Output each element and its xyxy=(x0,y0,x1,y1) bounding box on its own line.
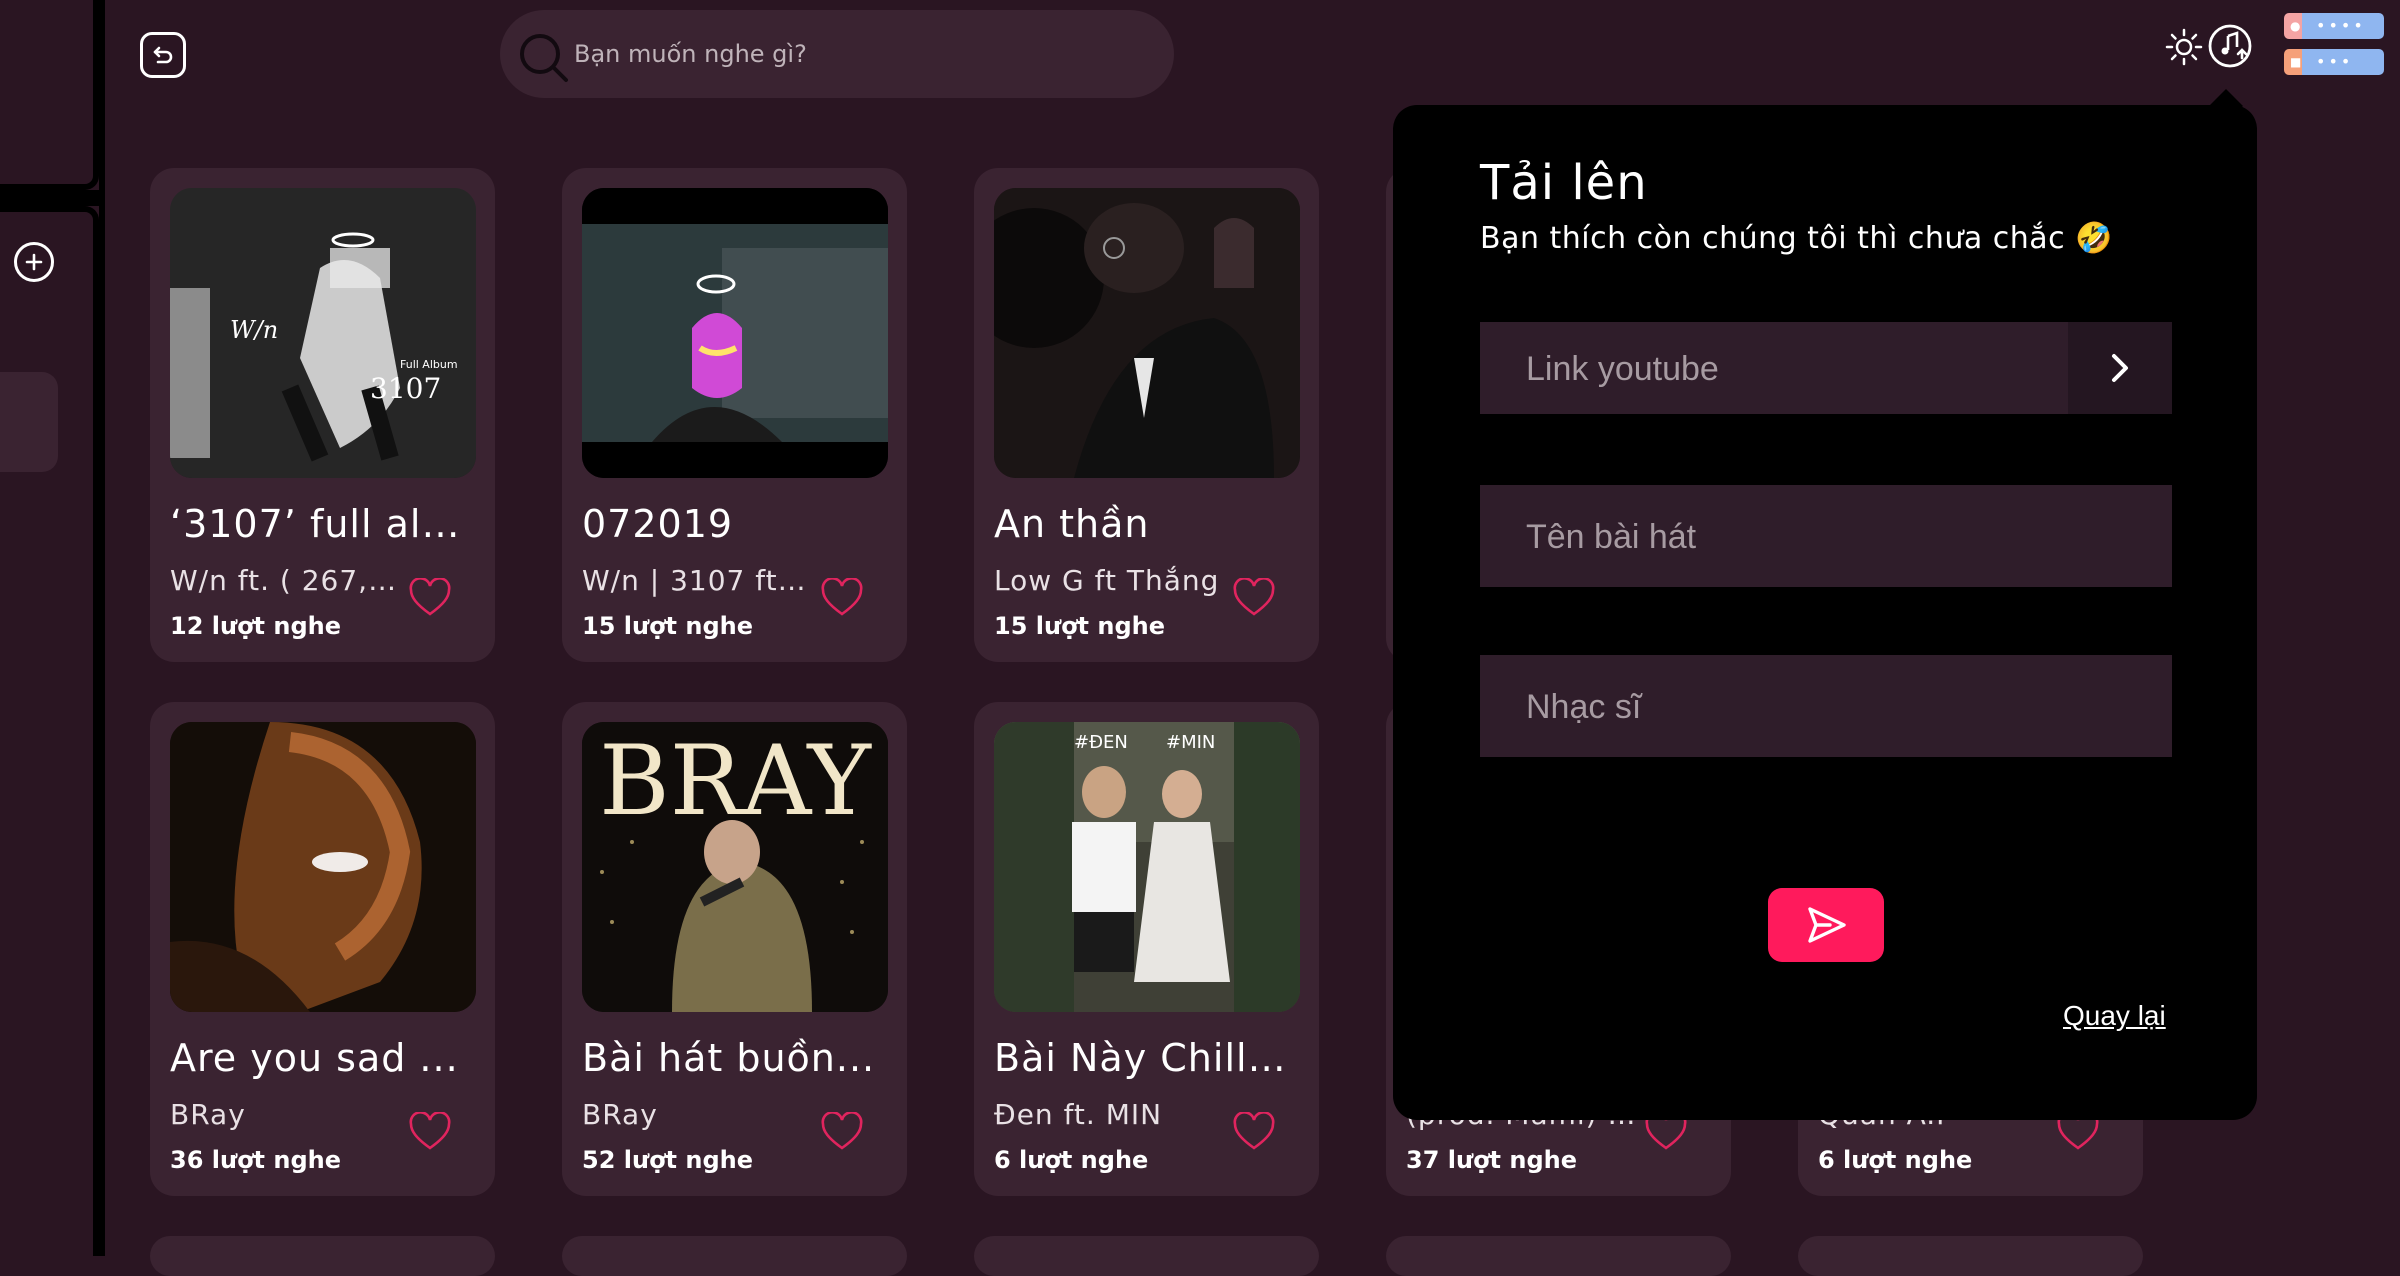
password-badge-1[interactable]: ● •••• xyxy=(2284,13,2384,39)
song-plays: 6 lượt nghe xyxy=(1818,1146,1973,1174)
search-input[interactable] xyxy=(572,30,1136,78)
sidebar-separator xyxy=(0,190,105,206)
song-title: 072019 xyxy=(582,502,734,546)
song-artist: W/n ft. ( 267, ... xyxy=(170,564,400,597)
heart-icon[interactable] xyxy=(820,578,864,618)
song-plays: 52 lượt nghe xyxy=(582,1146,754,1174)
youtube-link-input[interactable] xyxy=(1524,322,2088,416)
song-card[interactable] xyxy=(562,1236,907,1276)
song-plays: 37 lượt nghe xyxy=(1406,1146,1578,1174)
song-artist: BRay xyxy=(582,1098,658,1131)
song-plays: 15 lượt nghe xyxy=(582,612,754,640)
song-card[interactable]: Are you sad ... BRay 36 lượt nghe xyxy=(150,702,495,1196)
svg-text:Full Album: Full Album xyxy=(400,358,458,371)
song-card[interactable] xyxy=(974,1236,1319,1276)
composer-input[interactable] xyxy=(1524,655,2088,759)
svg-text:3107: 3107 xyxy=(370,372,441,405)
send-button[interactable] xyxy=(1768,888,1884,962)
song-title: Bài hát buồn... xyxy=(582,1036,876,1080)
song-card[interactable]: BRAY Bài hát buồn... BRay 52 lượt nghe xyxy=(562,702,907,1196)
song-cover xyxy=(994,188,1300,478)
password-dots: ••• xyxy=(2316,52,2354,71)
cover-tag: #MIN xyxy=(1166,732,1215,753)
heart-icon[interactable] xyxy=(408,1112,452,1152)
send-icon xyxy=(1808,907,1846,943)
sidebar-playlist-item[interactable] xyxy=(0,372,58,472)
song-card[interactable] xyxy=(1798,1236,2143,1276)
song-card[interactable]: An thần Low G ft Thắng 15 lượt nghe xyxy=(974,168,1319,662)
song-plays: 12 lượt nghe xyxy=(170,612,342,640)
song-artist: BRay xyxy=(170,1098,246,1131)
song-plays: 36 lượt nghe xyxy=(170,1146,342,1174)
heart-icon[interactable] xyxy=(408,578,452,618)
sidebar-library xyxy=(0,206,99,1256)
password-dots: •••• xyxy=(2316,16,2366,35)
song-card[interactable] xyxy=(1386,1236,1731,1276)
upload-panel: Tải lên Bạn thích còn chúng tôi thì chưa… xyxy=(1393,105,2257,1120)
submit-link-button[interactable] xyxy=(2068,322,2172,414)
search-icon xyxy=(520,34,568,82)
upload-title: Tải lên xyxy=(1480,155,1648,211)
song-cover xyxy=(170,722,476,1012)
sun-icon[interactable] xyxy=(2164,27,2204,67)
back-button[interactable] xyxy=(140,32,186,78)
lock-icon: ■ xyxy=(2290,55,2302,69)
add-playlist-button[interactable] xyxy=(14,242,54,282)
heart-icon[interactable] xyxy=(1232,1112,1276,1152)
song-artist: W/n | 3107 ft ... xyxy=(582,564,812,597)
song-cover: #ĐEN #MIN xyxy=(994,722,1300,1012)
back-link[interactable]: Quay lại xyxy=(2063,1000,2166,1032)
search-bar[interactable] xyxy=(500,10,1174,98)
song-title: An thần xyxy=(994,502,1150,546)
composer-field[interactable] xyxy=(1480,655,2172,759)
youtube-link-field[interactable] xyxy=(1480,322,2172,416)
sidebar-divider xyxy=(99,0,105,1256)
song-card[interactable]: #ĐEN #MIN Bài Này Chill ... Đen ft. MIN … xyxy=(974,702,1319,1196)
song-card[interactable]: W/n Full Album 3107 ‘3107’ full alb... W… xyxy=(150,168,495,662)
song-cover: W/n Full Album 3107 xyxy=(170,188,476,478)
password-badge-2[interactable]: ■ ••• xyxy=(2284,49,2384,75)
song-card[interactable] xyxy=(150,1236,495,1276)
user-icon: ● xyxy=(2290,19,2301,33)
upload-subtitle: Bạn thích còn chúng tôi thì chưa chắc 🤣 xyxy=(1480,221,2114,256)
song-name-field[interactable] xyxy=(1480,485,2172,589)
song-artist: Đen ft. MIN xyxy=(994,1098,1163,1131)
heart-icon[interactable] xyxy=(820,1112,864,1152)
chevron-right-icon xyxy=(2112,354,2128,382)
song-title: Bài Này Chill ... xyxy=(994,1036,1294,1080)
song-plays: 6 lượt nghe xyxy=(994,1146,1149,1174)
sidebar-top xyxy=(0,0,99,190)
music-upload-icon[interactable] xyxy=(2206,22,2254,70)
song-card[interactable]: 072019 W/n | 3107 ft ... 15 lượt nghe xyxy=(562,168,907,662)
song-plays: 15 lượt nghe xyxy=(994,612,1166,640)
song-cover: BRAY xyxy=(582,722,888,1012)
song-artist: Low G ft Thắng xyxy=(994,564,1220,597)
song-cover xyxy=(582,188,888,478)
svg-text:W/n: W/n xyxy=(230,316,278,344)
plus-icon xyxy=(25,253,43,271)
back-icon xyxy=(153,46,173,64)
song-name-input[interactable] xyxy=(1524,485,2088,589)
cover-text: BRAY xyxy=(599,725,872,837)
heart-icon[interactable] xyxy=(1232,578,1276,618)
song-title: Are you sad ... xyxy=(170,1036,459,1080)
song-title: ‘3107’ full alb... xyxy=(170,502,470,546)
cover-tag: #ĐEN xyxy=(1074,732,1128,753)
